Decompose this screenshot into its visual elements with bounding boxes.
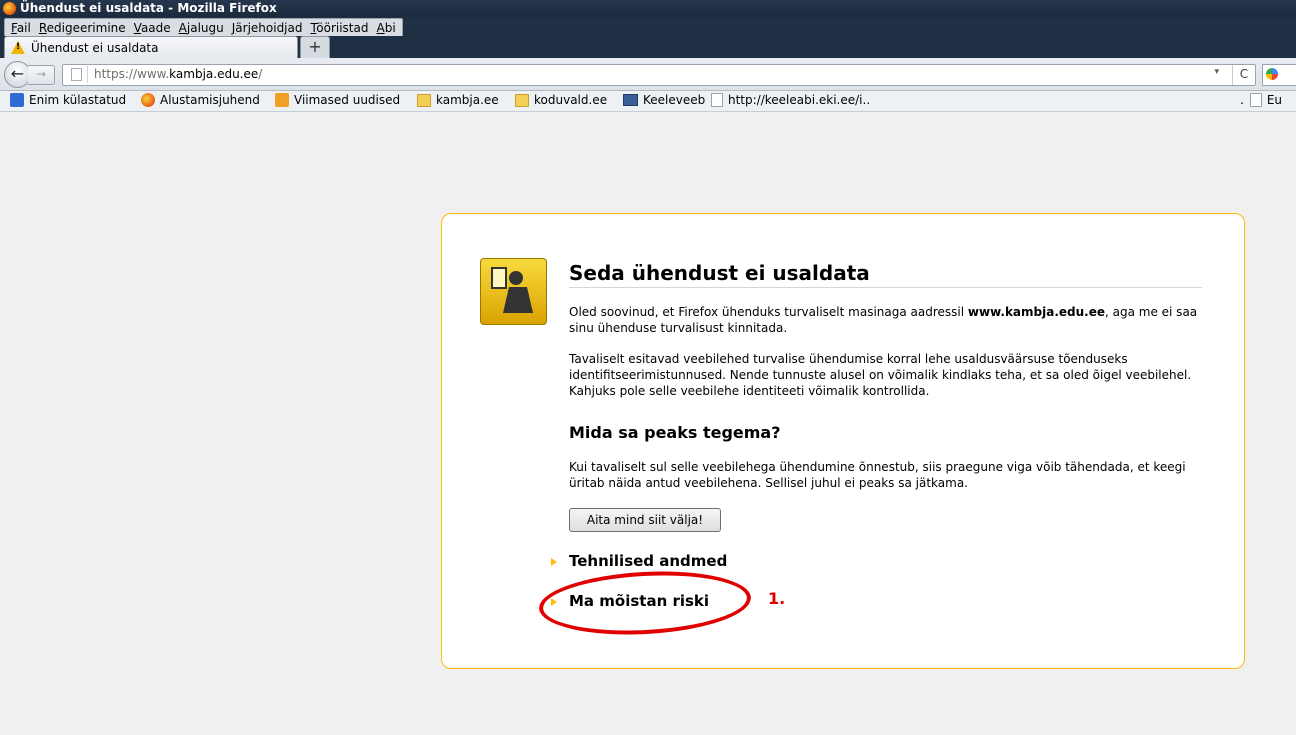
bookmark-overflow[interactable]: . Eu bbox=[1240, 93, 1282, 107]
get-me-out-button[interactable]: Aita mind siit välja! bbox=[569, 508, 721, 532]
folder-icon bbox=[515, 93, 529, 107]
bookmark-enim-kulastatud[interactable]: Enim külastatud bbox=[10, 93, 126, 107]
bookmark-label: koduvald.ee bbox=[534, 93, 608, 107]
page-icon bbox=[711, 93, 723, 107]
url-domain: kambja.edu.ee bbox=[169, 67, 259, 81]
rss-icon bbox=[275, 93, 289, 107]
menu-tooriistad[interactable]: Tööriistad bbox=[307, 21, 373, 35]
bookmark-label: http://keeleabi.eki.ee/i.. bbox=[728, 93, 871, 107]
error-paragraph-3: Kui tavaliselt sul selle veebilehega ühe… bbox=[569, 460, 1186, 490]
error-paragraph-1: Oled soovinud, et Firefox ühenduks turva… bbox=[569, 304, 1219, 336]
navigation-toolbar: ← → https://www.kambja.edu.ee/ ▾ C bbox=[0, 58, 1296, 91]
tab-label: Ühendust ei usaldata bbox=[31, 41, 159, 55]
bookmark-keeleabi[interactable]: http://keeleabi.eki.ee/i.. bbox=[711, 93, 870, 107]
id-badge-icon bbox=[491, 267, 507, 289]
menu-ajalugu[interactable]: Ajalugu bbox=[175, 21, 228, 35]
bookmark-kambja[interactable]: kambja.ee bbox=[417, 93, 499, 107]
what-to-do-heading: Mida sa peaks tegema? bbox=[569, 423, 781, 442]
menu-fail[interactable]: Fail bbox=[7, 21, 35, 35]
folder-icon bbox=[417, 93, 431, 107]
menu-vaade[interactable]: Vaade bbox=[130, 21, 175, 35]
search-engine-icon[interactable] bbox=[1262, 64, 1296, 86]
bookmark-alustamisjuhend[interactable]: Alustamisjuhend bbox=[141, 93, 260, 107]
url-bar[interactable]: https://www.kambja.edu.ee/ ▾ C bbox=[62, 64, 1256, 86]
menu-bar: Fail Redigeerimine Vaade Ajalugu Järjeho… bbox=[0, 17, 1296, 37]
url-history-dropdown-icon[interactable]: ▾ bbox=[1214, 67, 1219, 77]
error-title: Seda ühendust ei usaldata bbox=[569, 261, 870, 285]
certificate-error-icon bbox=[480, 258, 547, 325]
error-paragraph-2: Tavaliselt esitavad veebilehed turvalise… bbox=[569, 352, 1192, 398]
expand-arrow-icon bbox=[551, 557, 557, 566]
url-text: https://www.kambja.edu.ee/ bbox=[94, 67, 262, 81]
menu-redigeerimine[interactable]: Redigeerimine bbox=[35, 21, 130, 35]
expander-label: Tehnilised andmed bbox=[569, 552, 728, 570]
url-suffix: / bbox=[258, 67, 263, 81]
p1-text: Oled soovinud, et Firefox ühenduks turva… bbox=[569, 305, 968, 319]
bookmark-label: kambja.ee bbox=[436, 93, 499, 107]
menu-strip: Fail Redigeerimine Vaade Ajalugu Järjeho… bbox=[4, 18, 403, 37]
bookmark-label: Alustamisjuhend bbox=[160, 93, 260, 107]
annotation-number: 1. bbox=[768, 589, 786, 608]
reload-button[interactable]: C bbox=[1232, 65, 1255, 85]
menu-jarjehoidjad[interactable]: Järjehoidjad bbox=[228, 21, 307, 35]
title-divider bbox=[569, 287, 1202, 288]
bookmark-keeleveeb[interactable]: Keeleveeb bbox=[623, 93, 705, 107]
officer-head-icon bbox=[509, 271, 523, 285]
bookmark-label: Viimased uudised bbox=[294, 93, 401, 107]
page-icon bbox=[1249, 93, 1262, 107]
bookmark-koduvald[interactable]: koduvald.ee bbox=[515, 93, 607, 107]
back-button[interactable]: ← bbox=[4, 61, 31, 88]
bookmark-label: Eu bbox=[1266, 93, 1283, 107]
tab-active[interactable]: Ühendust ei usaldata bbox=[4, 36, 298, 59]
forward-button[interactable]: → bbox=[28, 65, 55, 85]
url-prefix: https://www. bbox=[94, 67, 170, 81]
technical-details-expander[interactable]: Tehnilised andmed bbox=[551, 552, 727, 570]
menu-abi[interactable]: Abi bbox=[372, 21, 399, 35]
window-title: Ühendust ei usaldata - Mozilla Firefox bbox=[20, 1, 277, 15]
monitor-icon bbox=[623, 94, 638, 106]
firefox-icon bbox=[3, 2, 16, 15]
bookmark-label: Enim külastatud bbox=[29, 93, 127, 107]
site-identity-icon[interactable] bbox=[65, 66, 88, 83]
bookmarks-toolbar: Enim külastatud Alustamisjuhend Viimased… bbox=[0, 91, 1296, 112]
warning-icon bbox=[11, 41, 25, 54]
window-titlebar: Ühendust ei usaldata - Mozilla Firefox bbox=[0, 0, 1296, 17]
bookmark-label: Keeleveeb bbox=[643, 93, 706, 107]
overflow-dot: . bbox=[1240, 93, 1244, 107]
firefox-icon bbox=[141, 93, 155, 107]
officer-body-icon bbox=[503, 287, 533, 313]
smart-bookmark-icon bbox=[10, 93, 24, 107]
p1-host: www.kambja.edu.ee bbox=[967, 305, 1105, 319]
new-tab-button[interactable]: + bbox=[300, 36, 330, 60]
bookmark-viimased-uudised[interactable]: Viimased uudised bbox=[275, 93, 400, 107]
